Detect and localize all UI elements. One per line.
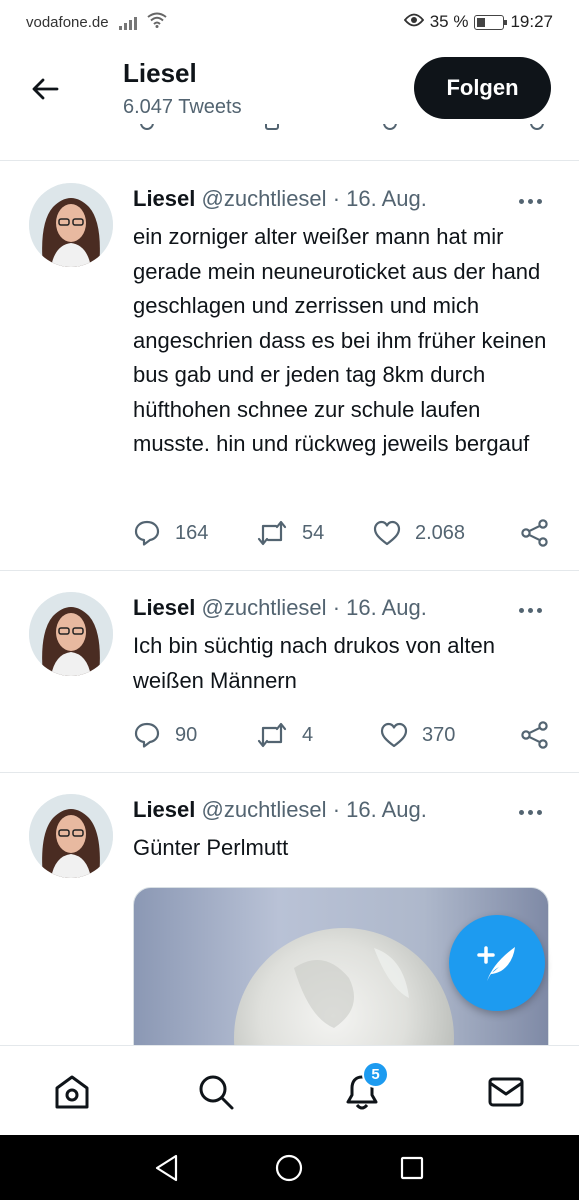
share-button[interactable] xyxy=(520,719,550,751)
back-button[interactable] xyxy=(28,72,62,106)
signal-icon xyxy=(118,14,137,30)
like-icon xyxy=(373,520,401,546)
tweet-date: · 16. Aug. xyxy=(332,595,427,620)
search-icon xyxy=(199,1075,234,1110)
like-count: 2.068 xyxy=(415,521,466,544)
compose-icon xyxy=(477,946,515,981)
retweet-count: 4 xyxy=(302,723,314,746)
tweet[interactable]: Liesel @zuchtliesel · 16. Aug. ein zorni… xyxy=(0,161,579,571)
system-home-button[interactable] xyxy=(272,1151,306,1185)
tweet-date: · 16. Aug. xyxy=(332,186,427,211)
tweet-count: 6.047 Tweets xyxy=(123,96,242,118)
like-button[interactable]: 2.068 xyxy=(373,517,465,549)
tweet-date: · 16. Aug. xyxy=(332,797,427,822)
eye-icon xyxy=(403,12,424,32)
tweet-actions: 90 4 370 xyxy=(133,719,553,751)
tweet-actions: 164 54 2.068 xyxy=(133,517,553,549)
avatar[interactable] xyxy=(29,794,113,878)
tweet-handle: @zuchtliesel xyxy=(201,186,327,211)
carrier-label: vodafone.de xyxy=(26,13,109,31)
nav-messages[interactable] xyxy=(486,1072,526,1112)
avatar[interactable] xyxy=(29,592,113,676)
compose-tweet-button[interactable] xyxy=(449,915,545,1011)
notification-badge: 5 xyxy=(362,1061,389,1088)
battery-percent: 35 % xyxy=(429,12,469,31)
retweet-count: 54 xyxy=(302,521,325,544)
avatar[interactable] xyxy=(29,183,113,267)
tweet-text: Günter Perlmutt xyxy=(133,835,289,860)
profile-name: Liesel xyxy=(123,58,197,88)
follow-button[interactable]: Folgen xyxy=(414,57,551,119)
reply-button[interactable]: 90 xyxy=(133,719,197,751)
share-icon xyxy=(521,519,548,547)
battery-icon xyxy=(474,14,508,30)
tweet-header: Liesel @zuchtliesel · 16. Aug. xyxy=(133,797,427,823)
reply-count: 90 xyxy=(175,723,198,746)
more-icon[interactable] xyxy=(519,605,549,615)
tweet-handle: @zuchtliesel xyxy=(201,595,327,620)
clock: 19:27 xyxy=(510,12,553,31)
system-back-button[interactable] xyxy=(150,1151,184,1185)
reply-icon xyxy=(134,722,160,748)
bottom-navigation: 5 xyxy=(0,1045,579,1135)
tweet-author-name[interactable]: Liesel xyxy=(133,186,195,211)
tweet-handle: @zuchtliesel xyxy=(201,797,327,822)
share-icon xyxy=(521,721,548,749)
retweet-button[interactable]: 4 xyxy=(256,719,313,751)
back-arrow-icon xyxy=(32,78,59,100)
profile-header: Liesel 6.047 Tweets Folgen xyxy=(0,44,579,161)
like-icon xyxy=(380,722,408,748)
share-button[interactable] xyxy=(520,517,550,549)
square-recents-icon xyxy=(400,1156,424,1180)
reply-count: 164 xyxy=(175,521,209,544)
reply-button[interactable]: 164 xyxy=(133,517,208,549)
tweet-header: Liesel @zuchtliesel · 16. Aug. xyxy=(133,186,427,212)
nav-home[interactable] xyxy=(52,1072,92,1112)
tweet-text: ein zorniger alter weißer mann hat mir g… xyxy=(133,224,547,456)
system-navigation-bar xyxy=(0,1135,579,1200)
status-bar: vodafone.de 35 % 19:27 xyxy=(0,0,579,44)
reply-icon xyxy=(134,520,160,546)
tweet-author-name[interactable]: Liesel xyxy=(133,797,195,822)
nav-search[interactable] xyxy=(196,1072,236,1112)
retweet-button[interactable]: 54 xyxy=(256,517,324,549)
wifi-icon xyxy=(146,12,167,32)
more-icon[interactable] xyxy=(519,196,549,206)
tweet-author-name[interactable]: Liesel xyxy=(133,595,195,620)
system-recents-button[interactable] xyxy=(395,1151,429,1185)
previous-tweet-actions xyxy=(0,124,579,142)
tweet-header: Liesel @zuchtliesel · 16. Aug. xyxy=(133,595,427,621)
mail-icon xyxy=(488,1077,524,1107)
like-button[interactable]: 370 xyxy=(380,719,455,751)
circle-home-icon xyxy=(275,1154,303,1182)
home-icon xyxy=(55,1075,89,1109)
triangle-back-icon xyxy=(155,1154,178,1182)
tweet[interactable]: Liesel @zuchtliesel · 16. Aug. Ich bin s… xyxy=(0,571,579,773)
more-icon[interactable] xyxy=(519,807,549,817)
like-count: 370 xyxy=(422,723,456,746)
retweet-icon xyxy=(257,722,287,748)
retweet-icon xyxy=(257,520,287,546)
tweet-text: Ich bin süchtig nach drukos von alten we… xyxy=(133,633,496,693)
